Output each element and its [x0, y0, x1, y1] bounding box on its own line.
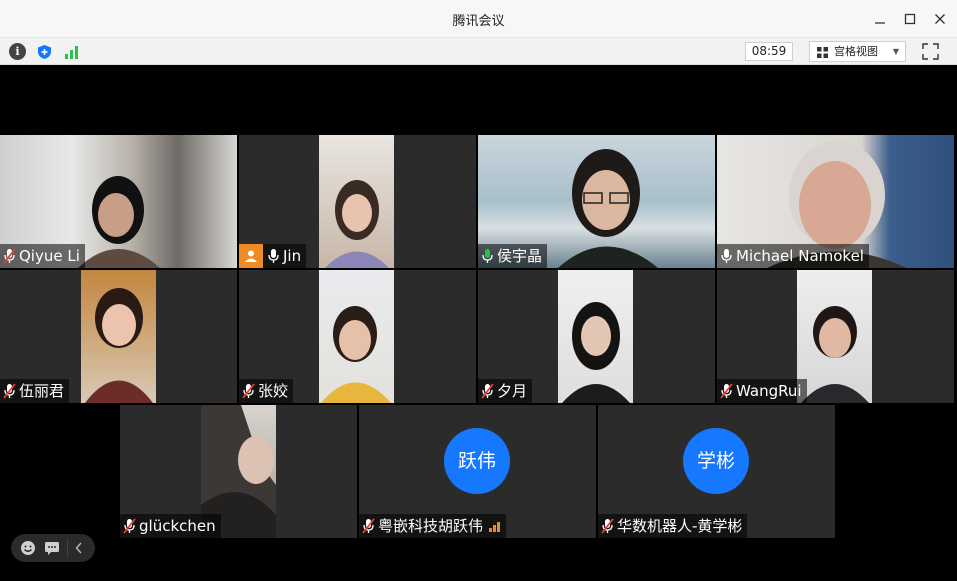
participant-name: Jin — [283, 247, 302, 265]
participant-name: Michael Namokel — [736, 247, 864, 265]
participant-name-label: Michael Namokel — [717, 244, 869, 268]
minimize-icon[interactable] — [870, 9, 890, 29]
participant-tile[interactable]: 夕月 — [478, 270, 715, 403]
shield-icon[interactable] — [36, 43, 53, 60]
maximize-icon[interactable] — [900, 9, 920, 29]
mic-muted-icon — [720, 383, 733, 399]
participant-name-label: glückchen — [120, 514, 221, 538]
participant-tile[interactable]: Michael Namokel — [717, 135, 954, 268]
title-bar: 腾讯会议 — [0, 0, 957, 38]
participant-name-label: 华数机器人-黄学彬 — [598, 514, 748, 538]
video-grid: Qiyue Li Jin 侯宇晶 Michael Namokel 伍丽君 张姣 … — [0, 65, 957, 581]
participant-name-label: Jin — [239, 244, 307, 268]
participant-name: 伍丽君 — [19, 382, 65, 400]
mic-muted-icon — [601, 518, 614, 534]
participant-name: 华数机器人-黄学彬 — [617, 517, 743, 535]
mic-muted-icon — [481, 383, 494, 399]
participant-name-label: 伍丽君 — [0, 379, 70, 403]
participant-tile[interactable]: Qiyue Li — [0, 135, 237, 268]
participant-tile[interactable]: 伍丽君 — [0, 270, 237, 403]
info-icon[interactable]: i — [9, 43, 26, 60]
participant-tile[interactable]: glückchen — [120, 405, 357, 538]
participant-name: 粤嵌科技胡跃伟 — [378, 517, 484, 535]
mic-icon — [721, 249, 732, 263]
participant-tile[interactable]: 学彬 华数机器人-黄学彬 — [598, 405, 835, 538]
participant-tile[interactable]: WangRui — [717, 270, 954, 403]
mic-muted-icon — [3, 248, 16, 264]
mic-muted-icon — [123, 518, 136, 534]
participant-name: 侯宇晶 — [497, 247, 543, 265]
window-title: 腾讯会议 — [452, 14, 505, 29]
participant-video — [319, 135, 394, 268]
mic-icon — [268, 249, 279, 263]
participant-video — [81, 270, 156, 403]
participant-tile[interactable]: 张姣 — [239, 270, 476, 403]
close-icon[interactable] — [930, 9, 950, 29]
mic-muted-icon — [362, 518, 375, 534]
participant-tile[interactable]: 侯宇晶 — [478, 135, 715, 268]
participant-name-label: 夕月 — [478, 379, 533, 403]
participant-name: 张姣 — [258, 382, 289, 400]
chevron-down-icon: ▼ — [892, 47, 899, 56]
view-mode-dropdown[interactable]: 宫格视图 ▼ — [809, 41, 906, 62]
participant-name-label: 侯宇晶 — [478, 244, 548, 268]
mic-muted-icon — [242, 383, 255, 399]
participant-name: glückchen — [139, 517, 216, 535]
participant-avatar: 学彬 — [683, 428, 749, 494]
signal-strength-icon[interactable] — [63, 43, 80, 60]
network-quality-icon — [489, 520, 501, 532]
grid-view-icon — [817, 47, 828, 58]
host-icon — [239, 244, 263, 268]
participant-tile[interactable]: 跃伟 粤嵌科技胡跃伟 — [359, 405, 596, 538]
participant-name-label: 张姣 — [239, 379, 294, 403]
mic-muted-icon — [3, 383, 16, 399]
view-mode-label: 宫格视图 — [834, 45, 878, 58]
participant-name-label: Qiyue Li — [0, 244, 85, 268]
meeting-toolbar: i 08:59 宫格视图 ▼ — [0, 38, 957, 65]
mic-speaking-icon — [482, 249, 493, 263]
participant-video — [558, 270, 633, 403]
meeting-timer: 08:59 — [745, 42, 793, 61]
participant-name-label: 粤嵌科技胡跃伟 — [359, 514, 507, 538]
floating-controls — [11, 534, 95, 562]
participant-name: 夕月 — [497, 382, 528, 400]
participant-name: WangRui — [736, 382, 802, 400]
chat-icon[interactable] — [43, 540, 60, 557]
participant-tile[interactable]: Jin — [239, 135, 476, 268]
participant-avatar: 跃伟 — [444, 428, 510, 494]
participant-name: Qiyue Li — [19, 247, 80, 265]
fullscreen-icon[interactable] — [922, 43, 939, 60]
participant-video — [797, 270, 872, 403]
emoji-icon[interactable] — [19, 540, 36, 557]
chevron-left-icon[interactable] — [67, 539, 84, 557]
participant-video — [319, 270, 394, 403]
participant-name-label: WangRui — [717, 379, 807, 403]
